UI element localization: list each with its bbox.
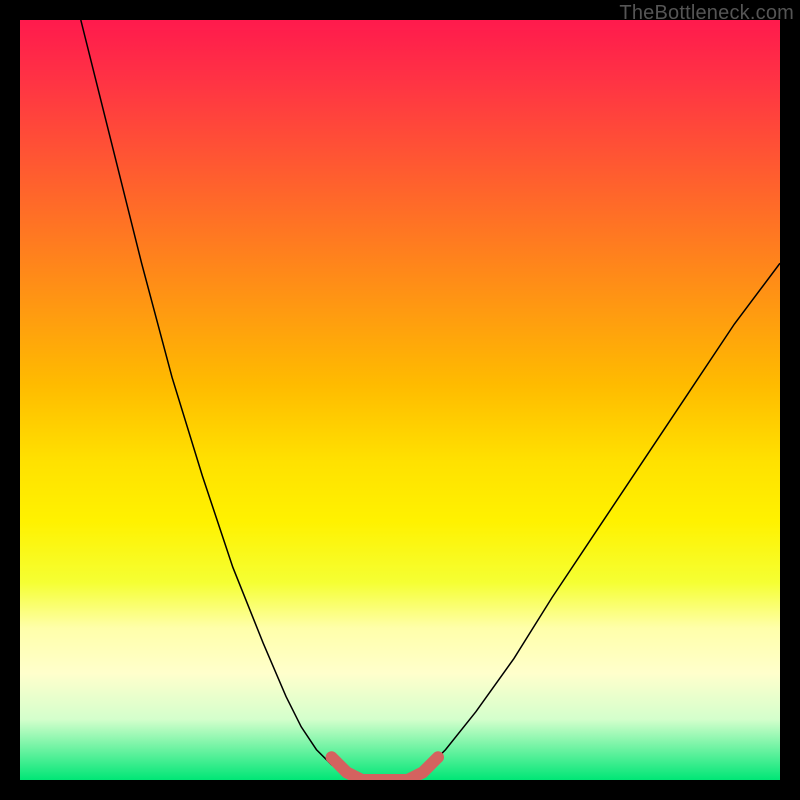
- plot-area: [20, 20, 780, 780]
- curve-right-branch: [423, 263, 780, 772]
- chart-frame: TheBottleneck.com: [0, 0, 800, 800]
- curve-layer: [20, 20, 780, 780]
- curve-left-branch: [81, 20, 347, 772]
- curve-bottom-highlight: [332, 757, 438, 780]
